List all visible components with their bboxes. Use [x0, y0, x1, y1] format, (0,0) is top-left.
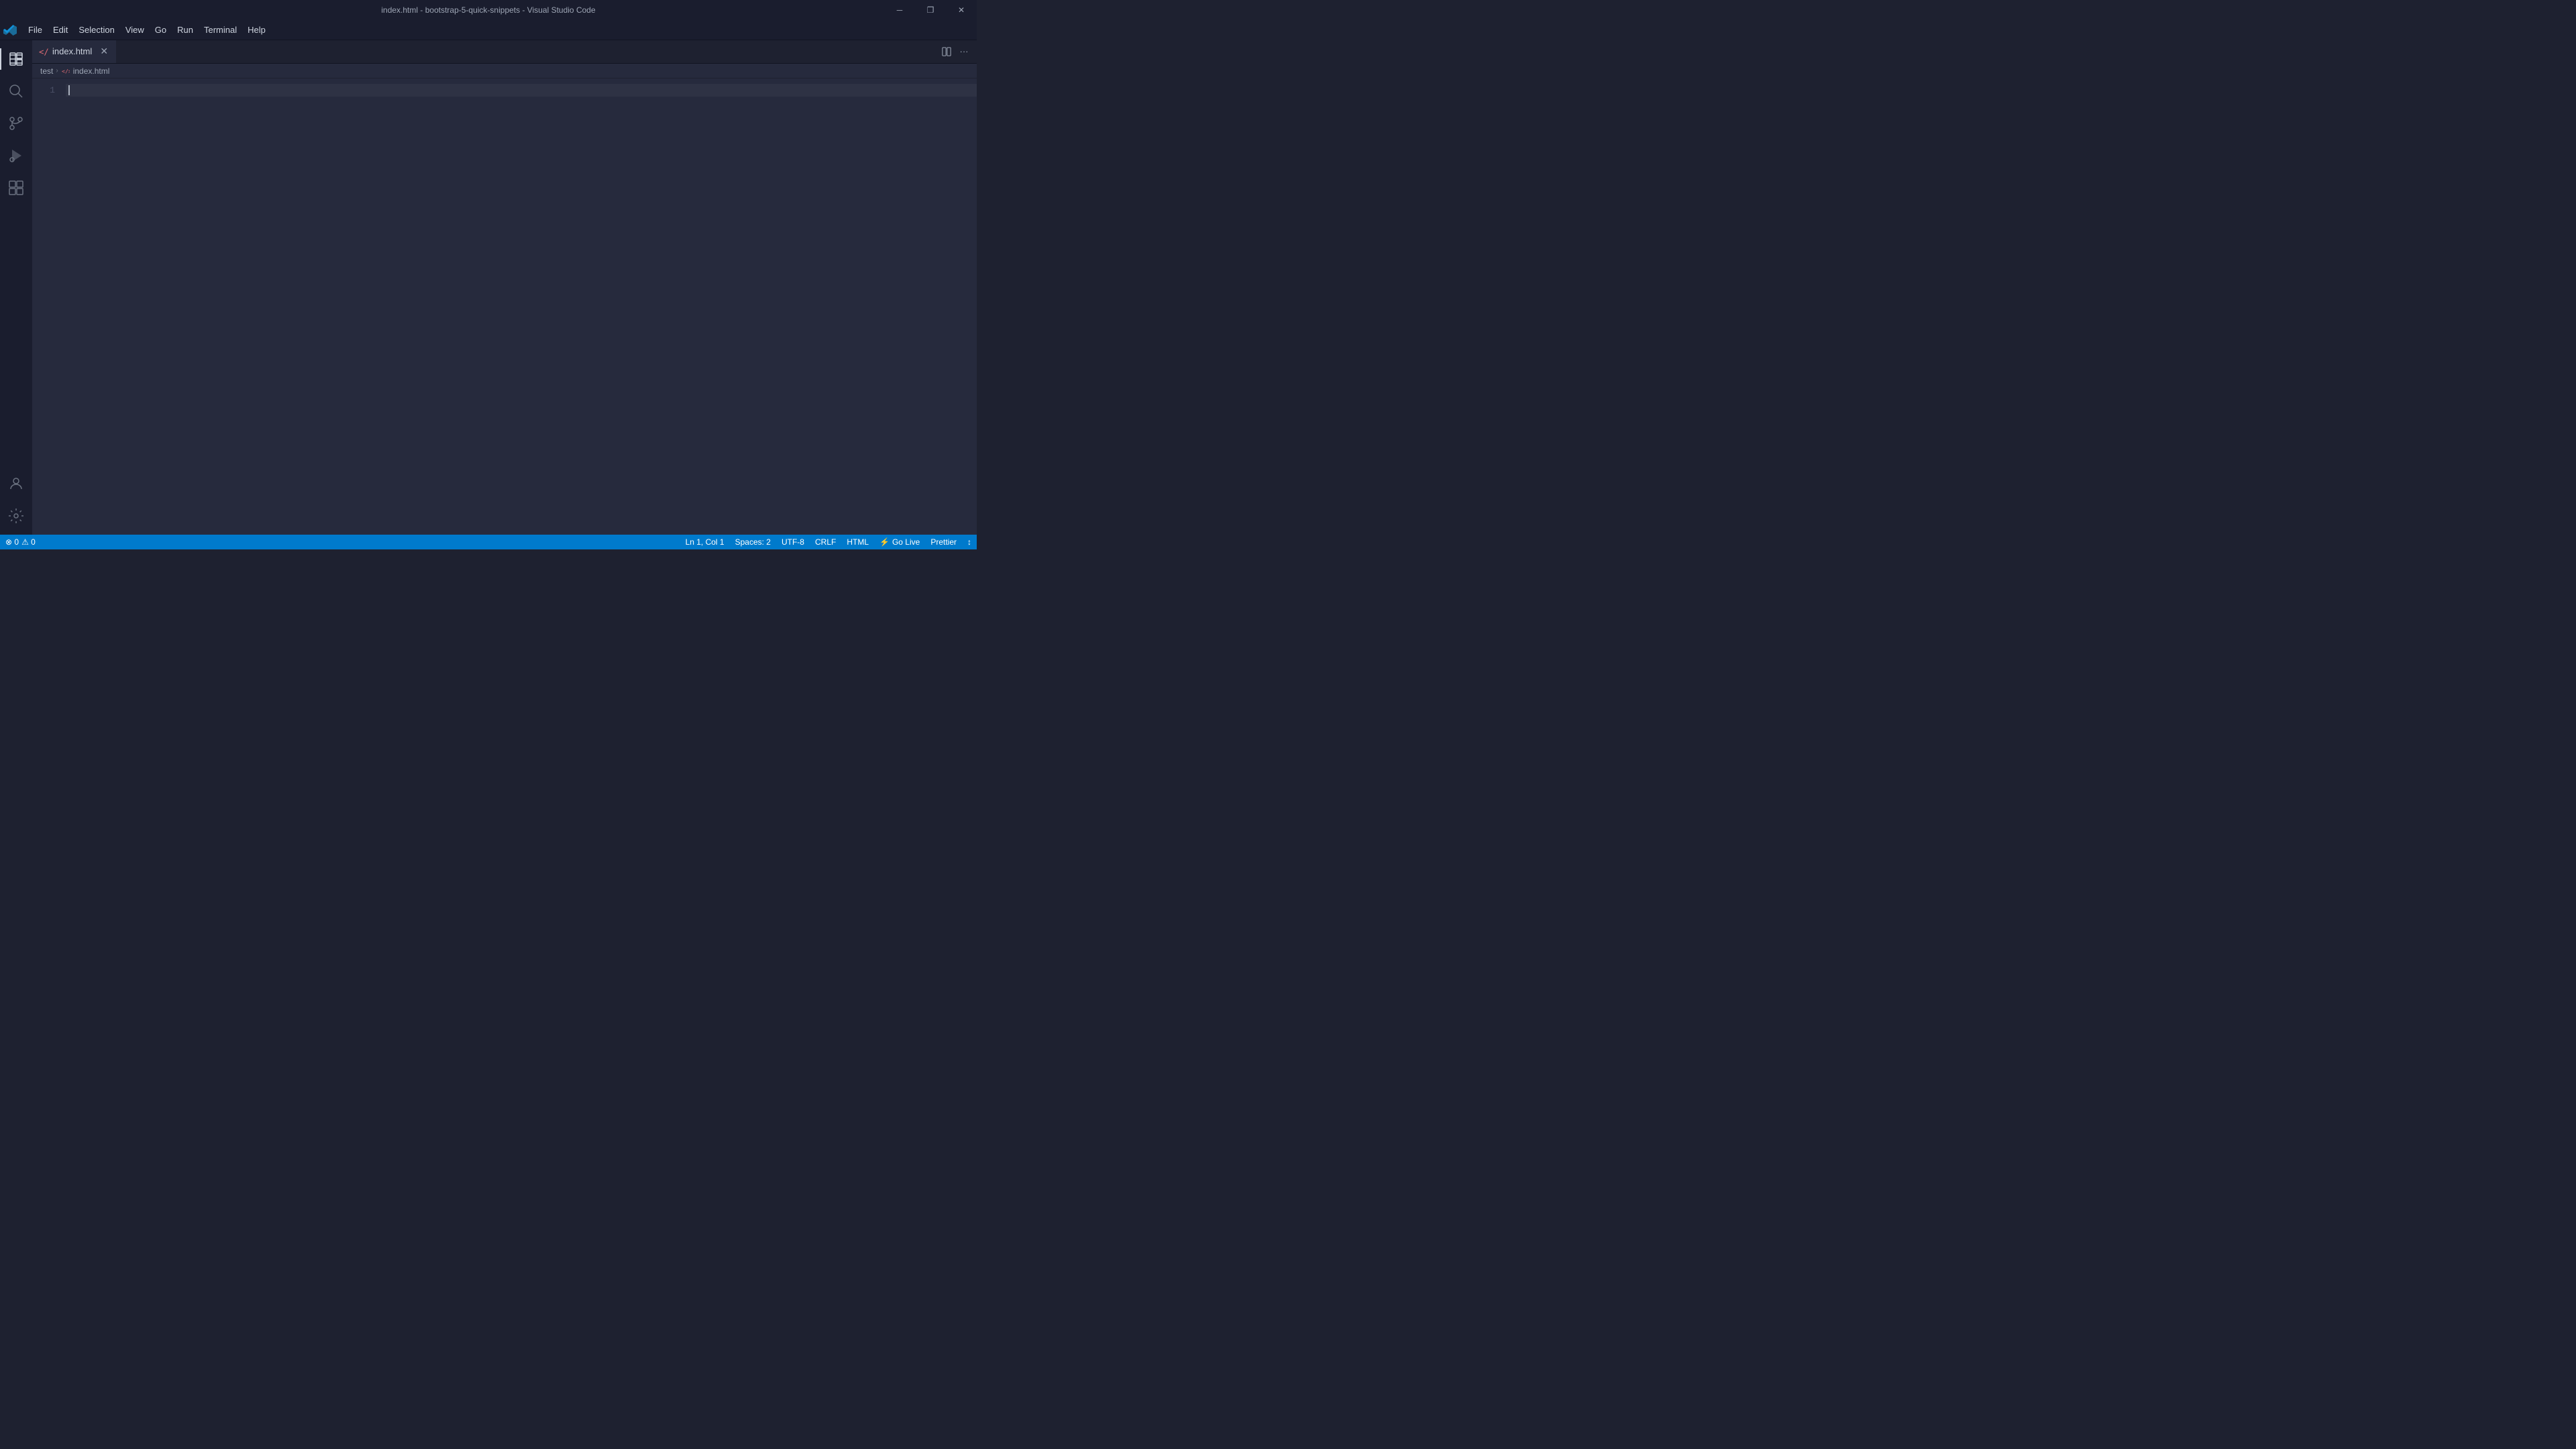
- split-editor-button[interactable]: [939, 44, 954, 59]
- line-numbers: 1: [32, 78, 66, 535]
- status-encoding[interactable]: UTF-8: [776, 535, 810, 549]
- menu-bar: File Edit Selection View Go Run Terminal…: [0, 20, 977, 40]
- tab-bar: </> index.html ✕ ···: [32, 40, 977, 64]
- menu-run[interactable]: Run: [172, 22, 199, 38]
- sidebar-item-run[interactable]: [0, 140, 32, 172]
- activity-bar: [0, 40, 32, 535]
- code-line-1: [66, 84, 977, 97]
- tab-actions: ···: [939, 40, 977, 63]
- status-position[interactable]: Ln 1, Col 1: [680, 535, 730, 549]
- prettier-label: Prettier: [930, 537, 957, 547]
- sidebar-item-account[interactable]: [0, 468, 32, 500]
- breadcrumb-folder[interactable]: test: [40, 66, 53, 76]
- menu-go[interactable]: Go: [150, 22, 172, 38]
- live-share-icon: ↕: [967, 537, 971, 547]
- warnings-count: ⚠ 0: [21, 537, 36, 547]
- vscode-logo: [3, 23, 17, 38]
- title-bar-title: index.html - bootstrap-5-quick-snippets …: [381, 5, 595, 15]
- go-live-label: Go Live: [892, 537, 920, 547]
- cursor-position: Ln 1, Col 1: [686, 537, 724, 547]
- menu-help[interactable]: Help: [242, 22, 271, 38]
- status-go-live[interactable]: ⚡ Go Live: [874, 535, 925, 549]
- file-encoding: UTF-8: [782, 537, 804, 547]
- breadcrumb-file[interactable]: index.html: [73, 66, 110, 76]
- sidebar-item-settings[interactable]: [0, 500, 32, 532]
- menu-terminal[interactable]: Terminal: [199, 22, 242, 38]
- more-actions-button[interactable]: ···: [957, 44, 971, 59]
- line-ending: CRLF: [815, 537, 836, 547]
- tab-close-button[interactable]: ✕: [99, 46, 109, 57]
- status-prettier[interactable]: Prettier: [925, 535, 962, 549]
- status-line-ending[interactable]: CRLF: [810, 535, 841, 549]
- breadcrumb: test › </> index.html: [32, 64, 977, 78]
- close-button[interactable]: ✕: [946, 0, 977, 20]
- breadcrumb-separator: ›: [56, 67, 58, 74]
- activity-bar-bottom: [0, 468, 32, 532]
- breadcrumb-file-icon: </>: [61, 66, 70, 76]
- line-number-1: 1: [32, 84, 55, 97]
- tab-index-html[interactable]: </> index.html ✕: [32, 40, 117, 63]
- status-language[interactable]: HTML: [841, 535, 874, 549]
- html-file-icon: </>: [39, 47, 48, 56]
- status-errors[interactable]: ⊗ 0 ⚠ 0: [0, 535, 41, 549]
- go-live-icon: ⚡: [879, 537, 890, 547]
- minimize-button[interactable]: ─: [884, 0, 915, 20]
- restore-button[interactable]: ❐: [915, 0, 946, 20]
- status-bar-right: Ln 1, Col 1 Spaces: 2 UTF-8 CRLF HTML ⚡ …: [680, 535, 977, 549]
- sidebar-item-explorer[interactable]: [0, 43, 32, 75]
- status-spaces[interactable]: Spaces: 2: [730, 535, 776, 549]
- status-bar-left: ⊗ 0 ⚠ 0: [0, 535, 41, 549]
- main-layout: </> index.html ✕ ··· test ›: [0, 40, 977, 535]
- editor-cursor: [68, 85, 70, 95]
- errors-count: ⊗ 0: [5, 537, 19, 547]
- editor-content[interactable]: 1: [32, 78, 977, 535]
- status-bar: ⊗ 0 ⚠ 0 Ln 1, Col 1 Spaces: 2 UTF-8 CRLF…: [0, 535, 977, 549]
- svg-text:</>: </>: [39, 47, 48, 56]
- window-controls: ─ ❐ ✕: [884, 0, 977, 20]
- title-bar: index.html - bootstrap-5-quick-snippets …: [0, 0, 977, 20]
- language-mode: HTML: [847, 537, 869, 547]
- sidebar-item-extensions[interactable]: [0, 172, 32, 204]
- sidebar-item-source-control[interactable]: [0, 107, 32, 140]
- status-live-share[interactable]: ↕: [962, 535, 977, 549]
- menu-view[interactable]: View: [120, 22, 150, 38]
- code-editor[interactable]: [66, 78, 977, 535]
- sidebar-item-search[interactable]: [0, 75, 32, 107]
- menu-selection[interactable]: Selection: [73, 22, 119, 38]
- menu-file[interactable]: File: [23, 22, 48, 38]
- editor-area: </> index.html ✕ ··· test ›: [32, 40, 977, 535]
- svg-text:</>: </>: [62, 68, 70, 74]
- tab-label: index.html: [52, 46, 92, 56]
- indentation: Spaces: 2: [735, 537, 771, 547]
- menu-edit[interactable]: Edit: [48, 22, 73, 38]
